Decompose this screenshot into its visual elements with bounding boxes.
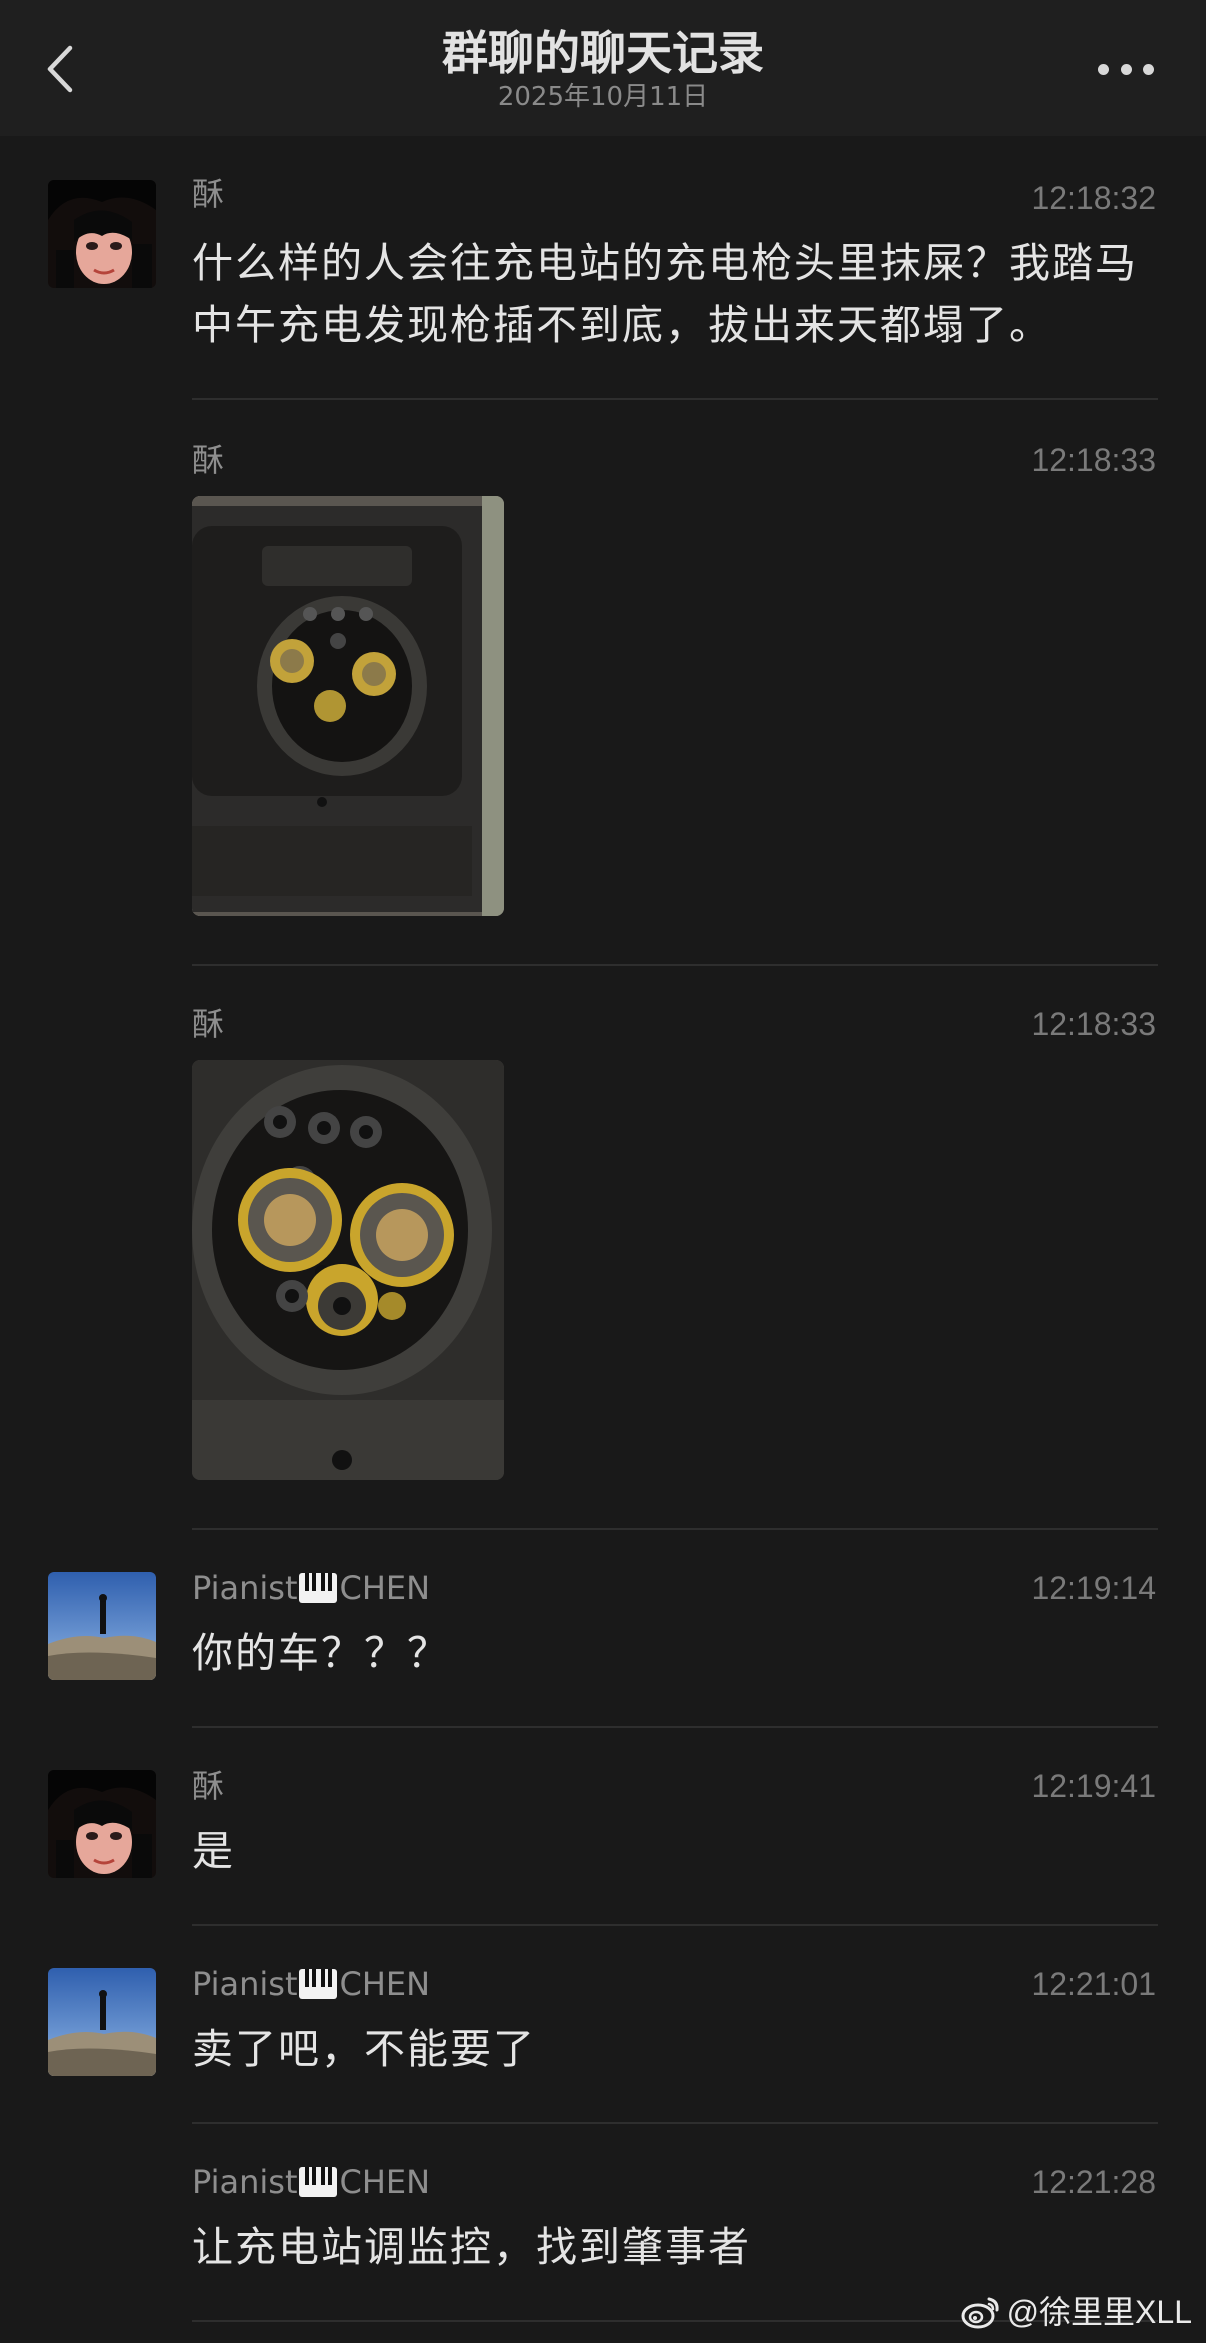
sender-name: 酥 <box>192 1767 225 1805</box>
charging-port-closeup-photo[interactable] <box>192 1060 504 1480</box>
sender-name: Pianist CHEN <box>192 1964 430 2004</box>
sender-name-suffix: CHEN <box>339 1965 431 2003</box>
avatar-pianist-chen[interactable] <box>48 1968 156 2076</box>
sender-name-suffix: CHEN <box>339 1569 431 1607</box>
sender-name: Pianist CHEN <box>192 2162 430 2202</box>
avatar-su[interactable] <box>48 180 156 288</box>
sender-name: 酥 <box>192 1005 225 1043</box>
message-time: 12:21:28 <box>1031 2164 1156 2200</box>
piano-icon <box>299 1573 338 1603</box>
sender-name: 酥 <box>192 441 225 479</box>
message-item: Pianist CHEN 12:19:14 你的车？？？ <box>0 1564 1206 1714</box>
message-time: 12:18:33 <box>1031 442 1156 478</box>
message-text: 卖了吧，不能要了 <box>192 2025 536 2073</box>
dot-icon <box>1143 63 1154 75</box>
sender-name-text: Pianist <box>192 1965 298 2003</box>
divider <box>192 1924 1158 1926</box>
dot-icon <box>1098 63 1109 75</box>
divider <box>192 2122 1158 2124</box>
watermark: @徐里里XLL <box>961 2290 1192 2334</box>
sender-name-suffix: CHEN <box>339 2163 431 2201</box>
sender-name-text: Pianist <box>192 1569 298 1607</box>
sender-name-text: Pianist <box>192 2163 298 2201</box>
message-item: 酥 12:18:32 什么样的人会往充电站的充电枪头里抹屎？我踏马中午充电发现枪… <box>0 170 1206 400</box>
watermark-text: @徐里里XLL <box>1006 2294 1192 2330</box>
more-options-button[interactable] <box>1098 54 1154 84</box>
message-text: 让充电站调监控，找到肇事者 <box>192 2223 751 2271</box>
divider <box>192 1528 1158 1530</box>
message-item: Pianist CHEN 12:21:01 卖了吧，不能要了 <box>0 1960 1206 2110</box>
divider <box>192 398 1158 400</box>
sender-name: 酥 <box>192 175 225 213</box>
message-item: Pianist CHEN 12:21:28 让充电站调监控，找到肇事者 <box>0 2158 1206 2308</box>
message-item: 酥 12:18:33 <box>0 436 1206 956</box>
charging-port-photo[interactable] <box>192 496 504 916</box>
avatar-su[interactable] <box>48 1770 156 1878</box>
message-time: 12:21:01 <box>1031 1966 1156 2002</box>
piano-icon <box>299 2167 338 2197</box>
page-date: 2025年10月11日 <box>497 82 709 112</box>
piano-icon <box>299 1969 338 1999</box>
weibo-icon <box>961 2297 999 2329</box>
avatar-pianist-chen[interactable] <box>48 1572 156 1680</box>
message-text: 你的车？？？ <box>192 1629 450 1677</box>
divider <box>192 1726 1158 1728</box>
dot-icon <box>1120 63 1132 75</box>
sender-name: Pianist CHEN <box>192 1568 430 1608</box>
message-item: 酥 12:18:33 <box>0 1000 1206 1520</box>
message-time: 12:19:41 <box>1031 1768 1156 1804</box>
message-text: 什么样的人会往充电站的充电枪头里抹屎？我踏马中午充电发现枪插不到底，拔出来天都塌… <box>192 239 1138 349</box>
message-text: 是 <box>192 1827 235 1875</box>
message-time: 12:18:32 <box>1031 180 1156 216</box>
message-time: 12:18:33 <box>1031 1006 1156 1042</box>
message-item: 酥 12:19:41 是 <box>0 1762 1206 1912</box>
page-title: 群聊的聊天记录 <box>442 26 764 80</box>
chat-header: 群聊的聊天记录 2025年10月11日 <box>0 0 1206 136</box>
message-time: 12:19:14 <box>1031 1570 1156 1606</box>
divider <box>192 964 1158 966</box>
